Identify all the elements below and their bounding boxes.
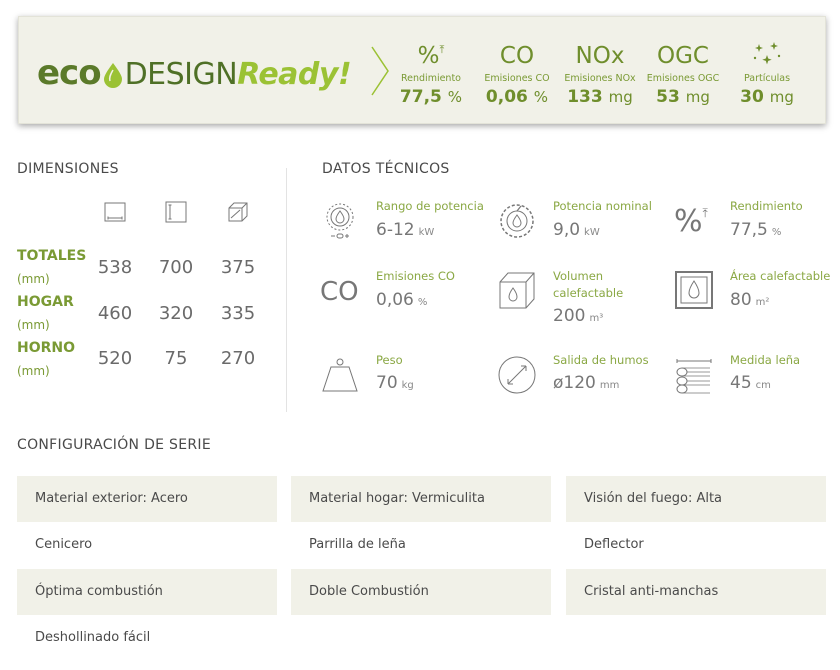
area-icon [675, 271, 713, 309]
nox-symbol: NOx [575, 43, 625, 69]
tech-label: Medida leña [730, 353, 801, 367]
config-item: Material hogar: Vermiculita [291, 476, 551, 522]
config-title: CONFIGURACIÓN DE SERIE [17, 437, 211, 453]
dim-value: 320 [158, 303, 194, 324]
nominal-power-icon [500, 204, 534, 238]
dim-value: 75 [164, 348, 188, 369]
config-item: Cristal anti-manchas [566, 569, 826, 615]
dim-value: 460 [97, 303, 133, 324]
tech-label: Área calefactable [730, 269, 831, 283]
stat-value: 133 mg [567, 87, 633, 107]
tech-label: Peso [376, 353, 403, 367]
stat-particulas: Partículas 30 mg [727, 39, 807, 107]
dimensions-title: DIMENSIONES [17, 161, 119, 177]
tech-value: 6-12 kW [376, 220, 435, 240]
dim-row-unit: (mm) [17, 272, 50, 286]
stat-value: 53 mg [656, 87, 710, 107]
tech-label: Potencia nominal [553, 199, 652, 213]
stat-label: Rendimiento [400, 73, 461, 84]
config-item: Material exterior: Acero [17, 476, 277, 522]
ogc-symbol: OGC [657, 43, 709, 69]
stat-value: 30 mg [740, 87, 794, 107]
co-icon: CO [320, 277, 359, 307]
dim-value: 520 [97, 348, 133, 369]
stat-emisiones-ogc: OGC Emisiones OGC 53 mg [643, 39, 723, 107]
tech-label: Rendimiento [730, 199, 803, 213]
tech-value: 9,0 kW [553, 220, 600, 240]
depth-icon [228, 202, 248, 222]
config-item: Deflector [584, 537, 644, 552]
tech-label: Volumen calefactable [553, 269, 624, 300]
tech-value: ø120 mm [553, 373, 620, 393]
stat-label: Emisiones OGC [646, 73, 720, 84]
dim-row-unit: (mm) [17, 318, 50, 332]
dim-value: 538 [97, 257, 133, 278]
dim-value: 700 [158, 257, 194, 278]
percent-up-icon: %⤒ [417, 43, 445, 69]
sparkles-icon [727, 39, 807, 73]
co-symbol: CO [499, 43, 535, 69]
tech-value: 77,5% [730, 220, 782, 240]
config-item: Cenicero [35, 537, 93, 552]
stat-label: Emisiones NOx [564, 73, 636, 84]
width-icon [104, 202, 126, 222]
stat-emisiones-co: CO Emisiones CO 0,06 % [477, 39, 557, 107]
tech-label: Emisiones CO [376, 269, 455, 283]
flue-outlet-icon [498, 356, 536, 394]
power-range-icon [326, 203, 354, 239]
logo-ready: Ready! [237, 57, 352, 92]
config-item: Óptima combustión [17, 569, 277, 615]
efficiency-icon: %⤒ [674, 204, 708, 239]
log-size-icon [676, 359, 712, 394]
height-icon [165, 201, 187, 223]
ecodesign-logo: eco DESIGN Ready! [37, 53, 352, 97]
config-item: Parrilla de leña [309, 537, 406, 552]
stat-value: 0,06 % [485, 87, 549, 107]
dim-row-horno-label: HORNO [17, 340, 76, 356]
config-item: Doble Combustión [291, 569, 551, 615]
dim-row-totales-label: TOTALES [17, 248, 87, 264]
tech-title: DATOS TÉCNICOS [322, 161, 450, 177]
dim-value: 335 [220, 303, 256, 324]
section-divider [286, 168, 287, 412]
dim-value: 270 [220, 348, 256, 369]
tech-value: 45 cm [730, 373, 771, 393]
weight-icon [322, 358, 358, 392]
config-item: Visión del fuego: Alta [566, 476, 826, 522]
dim-row-hogar-label: HOGAR [17, 294, 74, 310]
chevron-right-icon [371, 46, 389, 96]
stat-rendimiento: %⤒ Rendimiento 77,5 % [391, 39, 471, 107]
leaf-drop-icon [103, 62, 123, 88]
stat-emisiones-nox: NOx Emisiones NOx 133 mg [560, 39, 640, 107]
volume-icon [499, 272, 535, 309]
stat-label: Emisiones CO [484, 73, 550, 84]
tech-value: 0,06% [376, 290, 428, 310]
tech-value: 70 kg [376, 373, 414, 393]
tech-label: Rango de potencia [376, 199, 484, 213]
stat-value: 77,5 % [399, 87, 463, 107]
logo-design: DESIGN [124, 57, 238, 92]
ecodesign-banner: eco DESIGN Ready! %⤒ Rendimiento 77,5 % … [18, 16, 826, 124]
tech-value: 80 m² [730, 290, 770, 310]
stat-label: Partículas [743, 73, 791, 84]
logo-eco: eco [37, 53, 102, 93]
tech-value: 200 m³ [553, 306, 604, 326]
dim-value: 375 [220, 257, 256, 278]
dim-row-unit: (mm) [17, 364, 50, 378]
tech-label: Salida de humos [553, 353, 649, 367]
config-item: Deshollinado fácil [35, 630, 151, 645]
